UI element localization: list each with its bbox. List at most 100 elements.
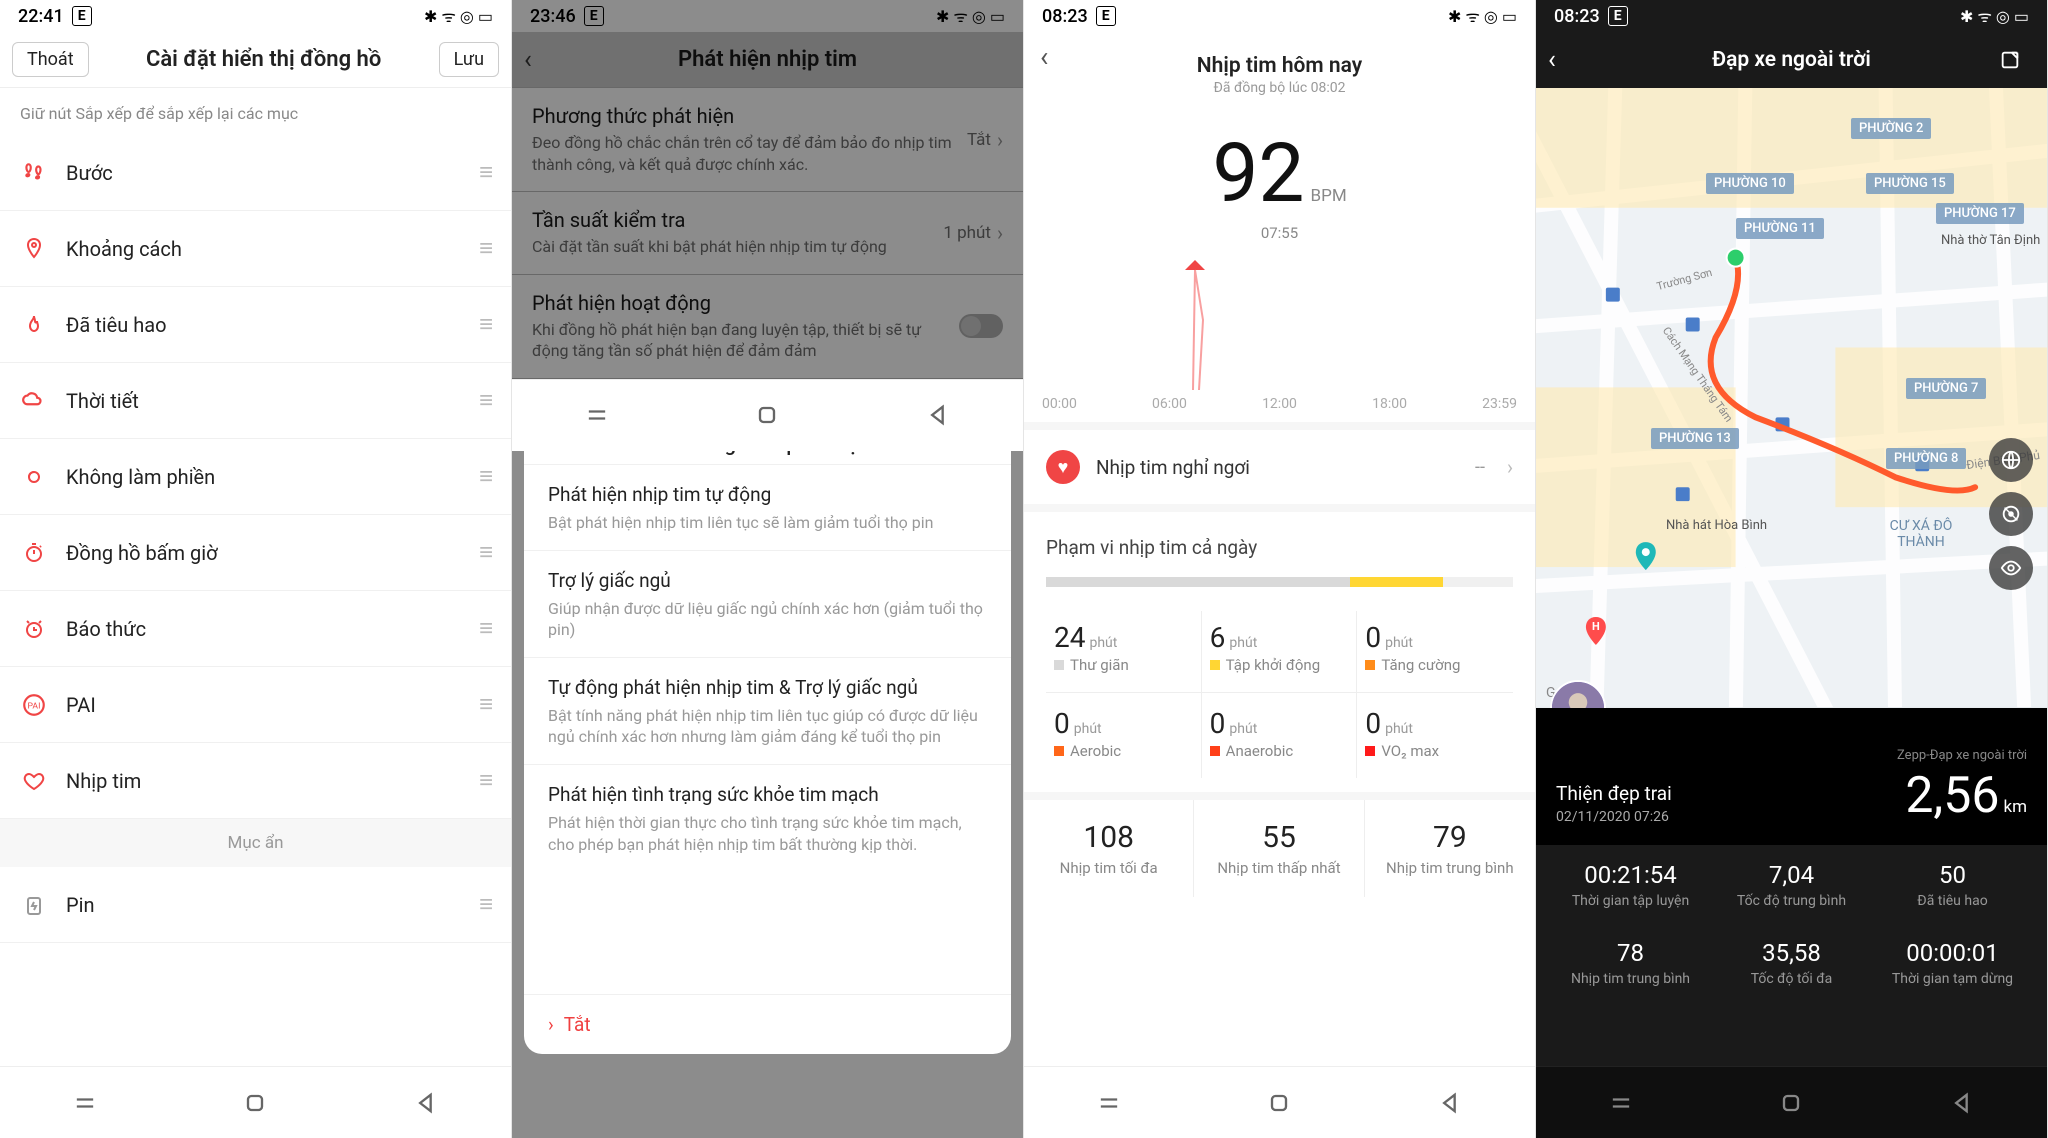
activity-stats-grid: 00:21:54Thời gian tập luyện 7,04Tốc độ t… <box>1536 845 2047 1013</box>
list-item-weather[interactable]: Thời tiết ≡ <box>0 363 511 439</box>
list-item-dnd[interactable]: Không làm phiền ≡ <box>0 439 511 515</box>
axis-tick: 06:00 <box>1152 396 1187 412</box>
item-label: Đồng hồ bấm giờ <box>66 541 461 565</box>
drag-handle-icon[interactable]: ≡ <box>479 310 491 339</box>
activity-summary: Thiện đẹp trai 02/11/2020 07:26 Zepp-Đạp… <box>1536 708 2047 845</box>
sheet-option-off[interactable]: › Tắt <box>524 994 1011 1054</box>
status-icons: ✱ ᯤ ◎ ▭ <box>1960 5 2029 27</box>
sheet-option-auto[interactable]: Phát hiện nhịp tim tự độngBật phát hiện … <box>524 464 1011 550</box>
drag-handle-icon[interactable]: ≡ <box>479 890 491 919</box>
android-nav-bar <box>1536 1066 2047 1138</box>
android-nav-bar <box>0 1066 511 1138</box>
recent-apps-icon[interactable] <box>583 401 611 429</box>
back-button[interactable]: ‹ <box>1548 45 1584 75</box>
recent-apps-icon[interactable] <box>1095 1089 1123 1117</box>
sync-status: Đã đồng bộ lúc 08:02 <box>1068 80 1491 96</box>
page-title: Cài đặt hiển thị đồng hồ <box>89 47 439 72</box>
map-visibility-button[interactable] <box>1989 546 2033 590</box>
drag-handle-icon[interactable]: ≡ <box>479 690 491 719</box>
list-item-distance[interactable]: Khoảng cách ≡ <box>0 211 511 287</box>
stat-min-hr: 55Nhịp tim thấp nhất <box>1194 800 1364 897</box>
status-icons: ✱ ᯤ ◎ ▭ <box>1448 5 1517 27</box>
sheet-option-sleep[interactable]: Trợ lý giấc ngủGiúp nhận được dữ liệu gi… <box>524 550 1011 657</box>
poi-label: Nhà hát Hòa Bình <box>1666 518 1767 533</box>
list-item-heart[interactable]: Nhịp tim ≡ <box>0 743 511 819</box>
chevron-right-icon: › <box>548 1013 554 1036</box>
back-icon[interactable] <box>924 401 952 429</box>
drag-handle-icon[interactable]: ≡ <box>479 538 491 567</box>
home-icon[interactable] <box>1777 1089 1805 1117</box>
option-title: Phát hiện nhịp tim tự động <box>548 483 987 506</box>
exit-button[interactable]: Thoát <box>12 42 89 77</box>
map-layer-button[interactable] <box>1989 438 2033 482</box>
app-badge-icon: E <box>72 6 92 26</box>
stat-pause-time: 00:00:01Thời gian tạm dừng <box>1872 923 2033 1001</box>
app-badge-icon: E <box>1096 6 1116 26</box>
drag-handle-icon[interactable]: ≡ <box>479 462 491 491</box>
zone-cell-warmup: 6phútTập khởi động <box>1202 611 1358 692</box>
status-bar: 08:23E ✱ ᯤ ◎ ▭ <box>1024 0 1535 32</box>
sheet-option-health[interactable]: Phát hiện tình trạng sức khỏe tim mạchPh… <box>524 764 1011 871</box>
screen-watch-display-settings: 22:41E ✱ ᯤ ◎ ▭ Thoát Cài đặt hiển thị đồ… <box>0 0 512 1138</box>
drag-handle-icon[interactable]: ≡ <box>479 614 491 643</box>
save-button[interactable]: Lưu <box>439 42 499 77</box>
zone-section-title: Phạm vi nhịp tim cả ngày <box>1024 512 1535 577</box>
home-icon[interactable] <box>753 401 781 429</box>
back-icon[interactable] <box>412 1089 440 1117</box>
back-icon[interactable] <box>1436 1089 1464 1117</box>
share-button[interactable] <box>1999 49 2035 71</box>
hidden-section-label: Mục ẩn <box>0 819 511 867</box>
hr-stats-row: 108Nhịp tim tối đa 55Nhịp tim thấp nhất … <box>1024 792 1535 897</box>
map-location-button[interactable] <box>1989 492 2033 536</box>
back-button[interactable]: ‹ <box>1040 40 1068 73</box>
list-item-pin[interactable]: Pin ≡ <box>0 867 511 943</box>
list-item-stopwatch[interactable]: Đồng hồ bấm giờ ≡ <box>0 515 511 591</box>
stat-calories: 50Đã tiêu hao <box>1872 845 2033 923</box>
fire-icon <box>20 311 48 339</box>
home-icon[interactable] <box>1265 1089 1293 1117</box>
home-icon[interactable] <box>241 1089 269 1117</box>
list-item-burned[interactable]: Đã tiêu hao ≡ <box>0 287 511 363</box>
ward-label: CƯ XÁ ĐÔ THÀNH <box>1866 518 1976 550</box>
list-item-pai[interactable]: PAI PAI ≡ <box>0 667 511 743</box>
zone-cell-intense: 0phútTăng cường <box>1357 611 1513 692</box>
item-label: Không làm phiền <box>66 465 461 489</box>
item-label: Báo thức <box>66 617 461 641</box>
option-subtitle: Giúp nhận được dữ liệu giấc ngủ chính xá… <box>548 598 987 641</box>
pin-icon <box>20 235 48 263</box>
sheet-option-both[interactable]: Tự động phát hiện nhịp tim & Trợ lý giấc… <box>524 657 1011 764</box>
bpm-value: 92 <box>1212 126 1304 222</box>
status-icons: ✱ ᯤ ◎ ▭ <box>424 5 493 27</box>
back-icon[interactable] <box>1948 1089 1976 1117</box>
drag-handle-icon[interactable]: ≡ <box>479 386 491 415</box>
drag-handle-icon[interactable]: ≡ <box>479 158 491 187</box>
ward-label: PHƯỜNG 7 <box>1906 378 1986 399</box>
drag-handle-icon[interactable]: ≡ <box>479 766 491 795</box>
resting-hr-row[interactable]: ♥ Nhịp tim nghỉ ngơi -- › <box>1024 430 1535 512</box>
list-item-steps[interactable]: Bước ≡ <box>0 135 511 211</box>
bpm-display: 92BPM 07:55 <box>1024 126 1535 242</box>
chart-x-axis: 00:00 06:00 12:00 18:00 23:59 <box>1024 396 1535 430</box>
chevron-right-icon: › <box>1507 455 1513 479</box>
option-title: Tắt <box>564 1013 591 1036</box>
android-nav-bar <box>512 379 1023 451</box>
drag-handle-icon[interactable]: ≡ <box>479 234 491 263</box>
heart-rate-chart[interactable] <box>1042 260 1517 390</box>
recent-apps-icon[interactable] <box>71 1089 99 1117</box>
header: ‹ Đạp xe ngoài trời <box>1536 32 2047 88</box>
item-label: Pin <box>66 893 461 917</box>
screen-cycling-activity: 08:23E ✱ ᯤ ◎ ▭ ‹ Đạp xe ngoài trời <box>1536 0 2048 1138</box>
status-time: 08:23 <box>1554 6 1600 27</box>
page-title: Đạp xe ngoài trời <box>1584 48 1999 72</box>
axis-tick: 18:00 <box>1372 396 1407 412</box>
detection-method-sheet: Phương thức phát hiện Phát hiện nhịp tim… <box>524 410 1011 1054</box>
item-label: Khoảng cách <box>66 237 461 261</box>
cloud-icon <box>20 387 48 415</box>
recent-apps-icon[interactable] <box>1607 1089 1635 1117</box>
zone-grid: 24phútThư giãn 6phútTập khởi động 0phútT… <box>1024 611 1535 778</box>
list-item-alarm[interactable]: Báo thức ≡ <box>0 591 511 667</box>
battery-icon <box>20 891 48 919</box>
stat-avg-speed: 7,04Tốc độ trung bình <box>1711 845 1872 923</box>
route-map[interactable]: H G PHƯỜNG 2 PHƯỜNG 10 PHƯỜNG 15 PHƯỜNG … <box>1536 88 2047 708</box>
item-label: Thời tiết <box>66 389 461 413</box>
